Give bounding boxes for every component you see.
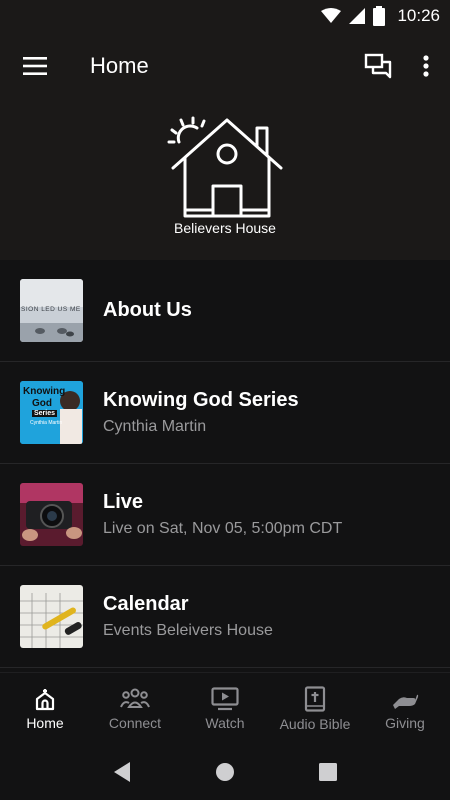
nav-label: Giving: [385, 715, 425, 731]
giving-icon: [393, 694, 419, 709]
status-time: 10:26: [397, 6, 440, 25]
knowing-god-thumb-text-4: Cynthia Martin: [30, 420, 63, 426]
recents-icon[interactable]: [318, 762, 338, 782]
calendar-thumbnail: [20, 585, 83, 648]
knowing-god-thumbnail: Knowing God Series Cynthia Martin: [20, 381, 83, 444]
list-item-live[interactable]: Live Live on Sat, Nov 05, 5:00pm CDT: [0, 464, 450, 566]
knowing-god-thumb-text-2: God: [32, 398, 52, 409]
nav-item-giving[interactable]: Giving: [360, 673, 450, 745]
hamburger-icon: [23, 57, 47, 75]
bible-icon: [304, 686, 326, 712]
about-us-thumbnail: SION LED US ME: [20, 279, 83, 342]
about-us-thumb-text: SION LED US ME: [21, 306, 81, 313]
nav-label: Audio Bible: [279, 716, 351, 732]
battery-icon: [373, 6, 386, 26]
church-banner: Believers House: [0, 100, 450, 260]
list-item-subtitle: Cynthia Martin: [103, 418, 207, 435]
list-item-knowing-god-series[interactable]: Knowing God Series Cynthia Martin Knowin…: [0, 362, 450, 464]
list-item-title: Knowing God Series: [103, 389, 299, 411]
page-title: Home: [90, 53, 149, 78]
content-list: SION LED US ME About Us Knowing God Seri…: [0, 260, 450, 668]
logo-text: Believers House: [174, 220, 276, 236]
nav-item-home[interactable]: Home: [0, 673, 90, 745]
nav-label: Home: [26, 715, 64, 731]
chat-icon: [364, 53, 392, 79]
nav-item-watch[interactable]: Watch: [180, 673, 270, 745]
church-logo-icon: [167, 116, 283, 218]
bottom-navigation: Home Connect Watch Audio Bible Giving: [0, 672, 450, 745]
church-icon: [35, 689, 55, 711]
wifi-icon: [321, 8, 342, 23]
list-item-subtitle: Live on Sat, Nov 05, 5:00pm CDT: [103, 520, 343, 537]
more-vert-icon: [423, 55, 429, 77]
app-bar: Home: [0, 32, 450, 100]
nav-item-connect[interactable]: Connect: [90, 673, 180, 745]
knowing-god-thumb-text-3: Series: [32, 410, 58, 417]
back-icon[interactable]: [112, 761, 132, 783]
video-icon: [211, 687, 239, 711]
system-navigation-bar: [0, 744, 450, 800]
group-icon: [120, 688, 150, 708]
nav-label: Watch: [205, 715, 245, 731]
status-bar: 10:26: [0, 0, 450, 32]
signal-icon: [349, 8, 366, 24]
knowing-god-thumb-text-1: Knowing: [23, 386, 66, 397]
nav-item-audio-bible[interactable]: Audio Bible: [270, 673, 360, 745]
menu-button[interactable]: [0, 32, 70, 100]
list-item-about-us[interactable]: SION LED US ME About Us: [0, 260, 450, 362]
home-circle-icon[interactable]: [215, 762, 235, 782]
list-item-calendar[interactable]: Calendar Events Beleivers House: [0, 566, 450, 668]
chat-button[interactable]: [354, 32, 402, 100]
nav-label: Connect: [108, 715, 162, 731]
list-item-title: Live: [103, 491, 144, 513]
list-item-subtitle: Events Beleivers House: [103, 622, 273, 639]
list-item-title: Calendar: [103, 593, 189, 615]
list-item-title: About Us: [103, 299, 192, 321]
live-thumbnail: [20, 483, 83, 546]
more-options-button[interactable]: [402, 32, 450, 100]
